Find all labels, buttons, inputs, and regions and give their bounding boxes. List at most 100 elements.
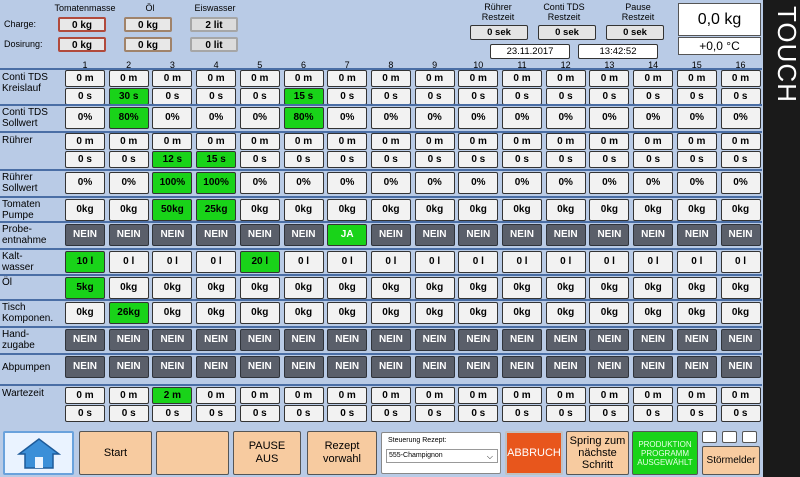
cell-value[interactable]: 0kg (327, 199, 368, 221)
cell-seconds[interactable]: 0 s (502, 405, 542, 422)
cell-minutes[interactable]: 0 m (676, 70, 717, 87)
cell-value[interactable]: 26kg (108, 302, 149, 324)
cell-value[interactable]: 0kg (108, 199, 149, 221)
cell-value[interactable]: 0kg (502, 302, 542, 324)
cell-flag[interactable]: NEIN (370, 224, 411, 246)
cell-seconds[interactable]: 12 s (152, 151, 193, 168)
cell-seconds[interactable]: 0 s (196, 88, 237, 105)
cell-value[interactable]: 0% (720, 172, 761, 194)
cell-value[interactable]: 0 l (502, 251, 542, 273)
cell-flag[interactable]: NEIN (458, 329, 499, 351)
cell-value[interactable]: 0 l (108, 251, 149, 273)
cell-seconds[interactable]: 0 s (589, 151, 630, 168)
cell-value[interactable]: 0% (239, 107, 280, 129)
cell-flag[interactable]: NEIN (414, 329, 455, 351)
cell-value[interactable]: 0kg (720, 302, 761, 324)
cell-value[interactable]: 0kg (502, 199, 542, 221)
cell-minutes[interactable]: 0 m (327, 133, 368, 150)
cell-seconds[interactable]: 0 s (676, 405, 717, 422)
cell-flag[interactable]: NEIN (370, 356, 411, 378)
cell-value[interactable]: 0% (65, 107, 105, 129)
rezept-vorwahl-button[interactable]: Rezept vorwahl (307, 431, 377, 475)
cell-value[interactable]: 10 l (65, 251, 105, 273)
cell-minutes[interactable]: 0 m (502, 133, 542, 150)
cell-seconds[interactable]: 0 s (414, 151, 455, 168)
cell-value[interactable]: 0kg (239, 199, 280, 221)
cell-minutes[interactable]: 0 m (65, 70, 105, 87)
cell-value[interactable]: 0% (239, 172, 280, 194)
cell-value[interactable]: 0kg (589, 199, 630, 221)
cell-value[interactable]: 80% (283, 107, 324, 129)
cell-flag[interactable]: NEIN (196, 356, 237, 378)
cell-flag[interactable]: NEIN (633, 329, 674, 351)
cell-minutes[interactable]: 0 m (633, 133, 674, 150)
cell-minutes[interactable]: 0 m (283, 133, 324, 150)
cell-minutes[interactable]: 0 m (108, 387, 149, 404)
cell-value[interactable]: 0kg (589, 277, 630, 299)
cell-flag[interactable]: NEIN (502, 224, 542, 246)
cell-flag[interactable]: NEIN (65, 329, 105, 351)
cell-flag[interactable]: NEIN (370, 329, 411, 351)
cell-value[interactable]: 0kg (720, 199, 761, 221)
steuerung-value[interactable]: 555-Champignon ⌵ (386, 449, 498, 463)
cell-value[interactable]: 0% (545, 172, 586, 194)
cell-value[interactable]: 0kg (676, 302, 717, 324)
cell-minutes[interactable]: 0 m (283, 387, 324, 404)
cell-flag[interactable]: NEIN (545, 224, 586, 246)
cell-value[interactable]: 0kg (65, 199, 105, 221)
cell-minutes[interactable]: 0 m (676, 133, 717, 150)
cell-flag[interactable]: NEIN (589, 224, 630, 246)
cell-value[interactable]: 80% (108, 107, 149, 129)
cell-value[interactable]: 0kg (502, 277, 542, 299)
cell-value[interactable]: 0kg (108, 277, 149, 299)
cell-seconds[interactable]: 0 s (108, 151, 149, 168)
cell-flag[interactable]: NEIN (633, 356, 674, 378)
cell-minutes[interactable]: 0 m (545, 70, 586, 87)
cell-minutes[interactable]: 0 m (152, 70, 193, 87)
cell-flag[interactable]: NEIN (152, 224, 193, 246)
cell-value[interactable]: 0kg (545, 199, 586, 221)
cell-seconds[interactable]: 0 s (720, 405, 761, 422)
start-button[interactable]: Start (79, 431, 152, 475)
cell-seconds[interactable]: 0 s (239, 151, 280, 168)
cell-minutes[interactable]: 2 m (152, 387, 193, 404)
cell-value[interactable]: 0kg (414, 277, 455, 299)
cell-flag[interactable]: NEIN (108, 356, 149, 378)
cell-minutes[interactable]: 0 m (502, 387, 542, 404)
cell-minutes[interactable]: 0 m (370, 387, 411, 404)
cell-minutes[interactable]: 0 m (458, 70, 499, 87)
cell-seconds[interactable]: 0 s (370, 405, 411, 422)
home-button[interactable] (3, 431, 74, 475)
cell-minutes[interactable]: 0 m (327, 70, 368, 87)
cell-value[interactable]: 0kg (633, 302, 674, 324)
cell-value[interactable]: 0kg (152, 302, 193, 324)
cell-minutes[interactable]: 0 m (239, 387, 280, 404)
cell-minutes[interactable]: 0 m (720, 387, 761, 404)
cell-seconds[interactable]: 0 s (458, 405, 499, 422)
cell-minutes[interactable]: 0 m (65, 133, 105, 150)
cell-value[interactable]: 5kg (65, 277, 105, 299)
blank-button[interactable] (156, 431, 229, 475)
cell-value[interactable]: 0 l (458, 251, 499, 273)
cell-flag[interactable]: NEIN (502, 329, 542, 351)
cell-seconds[interactable]: 0 s (676, 151, 717, 168)
cell-value[interactable]: 0kg (370, 302, 411, 324)
cell-flag[interactable]: NEIN (589, 329, 630, 351)
cell-flag[interactable]: NEIN (676, 356, 717, 378)
cell-minutes[interactable]: 0 m (327, 387, 368, 404)
cell-value[interactable]: 0% (676, 172, 717, 194)
cell-minutes[interactable]: 0 m (414, 70, 455, 87)
cell-value[interactable]: 0kg (283, 277, 324, 299)
cell-value[interactable]: 0kg (545, 277, 586, 299)
cell-value[interactable]: 0kg (676, 277, 717, 299)
cell-seconds[interactable]: 0 s (589, 405, 630, 422)
cell-value[interactable]: 0kg (65, 302, 105, 324)
cell-value[interactable]: 0% (327, 172, 368, 194)
cell-seconds[interactable]: 0 s (545, 88, 586, 105)
cell-value[interactable]: 0kg (327, 277, 368, 299)
cell-seconds[interactable]: 0 s (152, 405, 193, 422)
cell-value[interactable]: 0kg (414, 302, 455, 324)
cell-value[interactable]: 0% (108, 172, 149, 194)
cell-value[interactable]: 0kg (370, 277, 411, 299)
cell-value[interactable]: 0 l (196, 251, 237, 273)
